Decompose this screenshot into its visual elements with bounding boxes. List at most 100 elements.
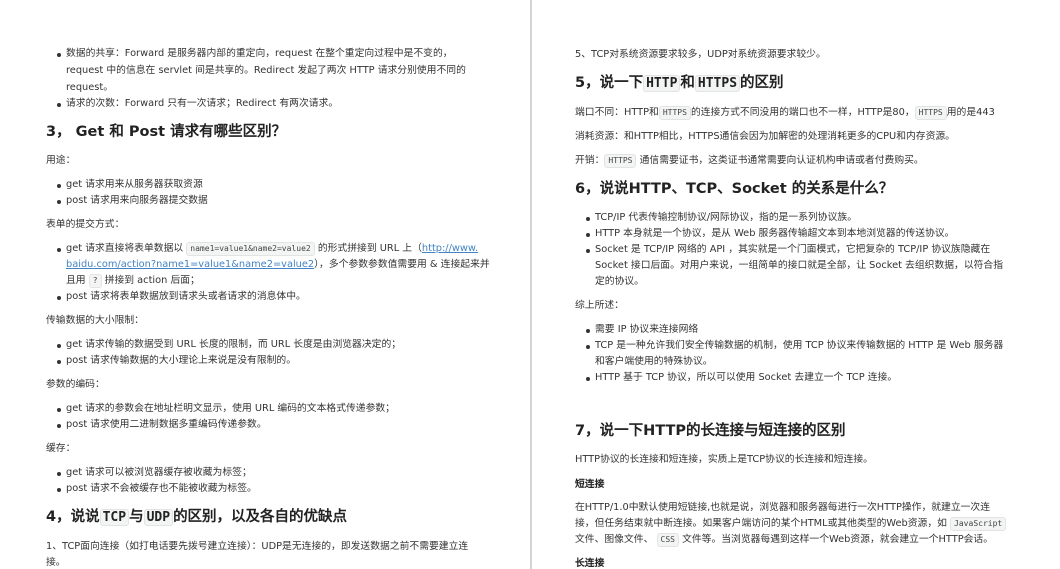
list-item: post 请求用来向服务器提交数据	[66, 195, 208, 206]
list-item: post 请求传输数据的大小理论上来说是没有限制的。	[66, 355, 297, 366]
inline-code: name1=value1&name2=value2	[186, 242, 315, 256]
inline-code: ?	[88, 274, 102, 288]
list-item: get 请求用来从服务器获取资源	[66, 179, 203, 190]
text-span: 和	[680, 75, 695, 91]
section-heading-4: 4，说说 TCP 与 UDP 的区别，以及各自的优缺点	[46, 507, 347, 528]
bullet	[586, 233, 590, 237]
label-size-limit: 传输数据的大小限制：	[46, 315, 144, 326]
bullet	[586, 217, 590, 221]
bullet	[57, 184, 61, 188]
inline-code: CSS	[656, 533, 679, 547]
paragraph-line: 5、TCP对系统资源要求较多，UDP对系统资源要求较少。	[575, 49, 826, 60]
bullet	[586, 345, 590, 349]
text-span: 文件、图像文件、	[575, 534, 654, 545]
section-heading-6: 6，说说HTTP、TCP、Socket 的关系是什么？	[575, 181, 894, 197]
paragraph-line: 定的协议。	[595, 276, 644, 287]
bullet	[57, 103, 61, 107]
text-span: 接，但任务结束就中断连接。如果客户端访问的某个HTML或其他类型的Web资源，如	[575, 518, 947, 529]
paragraph-line: 且用 ? 拼接到 action 后面；	[66, 273, 200, 289]
bullet	[586, 329, 590, 333]
inline-code: HTTPS	[914, 106, 947, 120]
bullet	[57, 408, 61, 412]
section-heading-3: 3， Get 和 Post 请求有哪些区别？	[46, 124, 287, 140]
text-span: 的连接方式不同没用的端口也不一样，HTTP是80，	[690, 107, 915, 118]
paragraph-line: 端口不同：HTTP和 HTTPS 的连接方式不同没用的端口也不一样，HTTP是80，…	[575, 105, 995, 121]
text-span: 的区别	[740, 75, 784, 91]
text-span: 的形式拼接到 URL 上（	[317, 243, 422, 254]
text-span: 的区别，以及各自的优缺点	[173, 509, 348, 525]
bullet	[57, 424, 61, 428]
paragraph-line: baidu.com/action?name1=value1&name2=valu…	[66, 257, 490, 273]
paragraph-line: 文件、图像文件、 CSS 文件等。当浏览器每遇到这样一个Web资源，就会建立一个…	[575, 532, 993, 548]
section-heading-7: 7，说一下HTTP的长连接与短连接的区别	[575, 423, 846, 439]
label-summary: 综上所述：	[575, 300, 624, 311]
bullet	[57, 200, 61, 204]
bullet	[57, 472, 61, 476]
list-item: TCP/IP 代表传输控制协议/网际协议，指的是一系列协议族。	[595, 212, 857, 223]
link-url[interactable]: baidu.com/action?name1=value1&name2=valu…	[66, 259, 314, 270]
text-span: 与	[129, 509, 144, 525]
list-item: HTTP 本身就是一个协议，是从 Web 服务器传输超文本到本地浏览器的传送协议…	[595, 228, 955, 239]
bullet	[586, 249, 590, 253]
inline-code: HTTPS	[658, 106, 691, 120]
list-item: get 请求可以被浏览器缓存被收藏为标签；	[66, 467, 252, 478]
paragraph-line: 接。	[46, 557, 66, 568]
document-page-right: 5、TCP对系统资源要求较多，UDP对系统资源要求较少。 5，说一下 HTTP 和 H…	[532, 0, 1060, 569]
paragraph-line: Socket 接口后面。对用户来说，一组简单的接口就是全部，让 Socket 去…	[595, 260, 1004, 271]
paragraph-line: 和客户端使用的特殊协议。	[595, 356, 713, 367]
text-span: ），多个参数参数值需要用 & 连接起来并	[314, 259, 490, 270]
paragraph-line: 请求的次数：Forward 只有一次请求；Redirect 有两次请求。	[66, 98, 339, 109]
list-item: post 请求不会被缓存也不能被收藏为标签。	[66, 483, 257, 494]
text-span: 且用	[66, 275, 86, 286]
paragraph-line: HTTP协议的长连接和短连接，实质上是TCP协议的长连接和短连接。	[575, 454, 873, 465]
paragraph-line: 在HTTP/1.0中默认使用短链接,也就是说，浏览器和服务器每进行一次HTTP操…	[575, 502, 991, 513]
section-heading-5: 5，说一下 HTTP 和 HTTPS 的区别	[575, 73, 784, 94]
label-encoding: 参数的编码：	[46, 379, 105, 390]
list-item: post 请求将表单数据放到请求头或者请求的消息体中。	[66, 291, 306, 302]
text-span: 4，说说	[46, 509, 100, 525]
paragraph-line: request 中的信息在 servlet 间是共享的。Redirect 发起了…	[66, 65, 466, 76]
list-item: get 请求的参数会在地址栏明文显示，使用 URL 编码的文本格式传递参数；	[66, 403, 395, 414]
list-item: Socket 是 TCP/IP 网络的 API ，其实就是一个门面模式，它把复杂…	[595, 244, 991, 255]
heading-code: HTTPS	[694, 75, 741, 92]
list-item: get 请求传输的数据受到 URL 长度的限制，而 URL 长度是由浏览器决定的…	[66, 339, 402, 350]
heading-code: TCP	[99, 509, 130, 526]
heading-code: UDP	[143, 509, 174, 526]
inline-code: JavaScript	[950, 517, 1007, 531]
bullet	[57, 488, 61, 492]
bullet	[57, 296, 61, 300]
paragraph-line: 消耗资源：和HTTP相比，HTTPS通信会因为加解密的处理消耗更多的CPU和内存…	[575, 131, 955, 142]
heading-code: HTTP	[643, 75, 681, 92]
document-page-left: 数据的共享：Forward 是服务器内部的重定向，request 在整个重定向过…	[0, 0, 530, 569]
bullet	[57, 248, 61, 252]
label-form-submit: 表单的提交方式：	[46, 219, 125, 230]
list-item: TCP 是一种允许我们安全传输数据的机制，使用 TCP 协议来传输数据的 HTT…	[595, 340, 1004, 351]
label-cache: 缓存：	[46, 443, 76, 454]
paragraph-line: 1、TCP面向连接（如打电话要先拨号建立连接）：UDP是无连接的，即发送数据之前…	[46, 541, 469, 552]
list-item: 需要 IP 协议来连接网络	[595, 324, 699, 335]
bullet	[57, 344, 61, 348]
list-item: get 请求直接将表单数据以 name1=value1&name2=value2…	[66, 241, 478, 257]
bullet	[57, 360, 61, 364]
text-span: get 请求直接将表单数据以	[66, 243, 184, 254]
text-span: 用的是443	[946, 107, 995, 118]
label-usage: 用途：	[46, 155, 76, 166]
paragraph-line: request。	[66, 82, 114, 93]
bullet	[57, 53, 61, 57]
paragraph-line: 接，但任务结束就中断连接。如果客户端访问的某个HTML或其他类型的Web资源，如…	[575, 516, 1007, 532]
text-span: 拼接到 action 后面；	[104, 275, 200, 286]
paragraph-line: 数据的共享：Forward 是服务器内部的重定向，request 在整个重定向过…	[66, 48, 453, 59]
text-span: 端口不同：HTTP和	[575, 107, 659, 118]
inline-code: HTTPS	[604, 154, 637, 168]
text-span: 开销：	[575, 155, 605, 166]
bullet	[586, 377, 590, 381]
subheading-long-connection: 长连接	[575, 558, 605, 569]
text-span: 文件等。当浏览器每遇到这样一个Web资源，就会建立一个HTTP会话。	[682, 534, 994, 545]
text-span: 5，说一下	[575, 75, 644, 91]
paragraph-line: 开销： HTTPS 通信需要证书，这类证书通常需要向认证机构申请或者付费购买。	[575, 153, 924, 169]
list-item: HTTP 基于 TCP 协议，所以可以使用 Socket 去建立一个 TCP 连…	[595, 372, 898, 383]
text-span: 通信需要证书，这类证书通常需要向认证机构申请或者付费购买。	[639, 155, 924, 166]
link-url[interactable]: http://www.	[422, 243, 478, 254]
subheading-short-connection: 短连接	[575, 479, 605, 490]
list-item: post 请求使用二进制数据多重编码传递参数。	[66, 419, 267, 430]
